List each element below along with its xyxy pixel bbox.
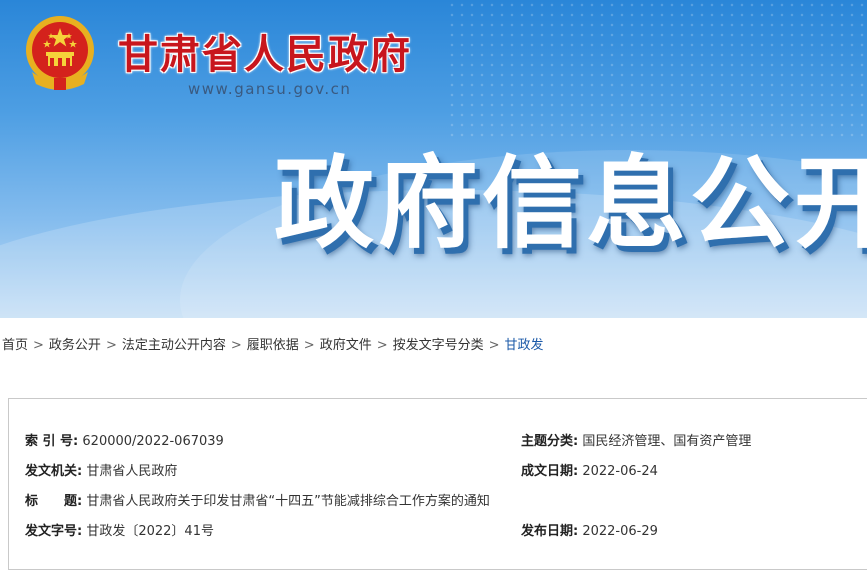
breadcrumb-separator: >: [376, 338, 388, 353]
title-row: 标 题: 甘肃省人民政府关于印发甘肃省“十四五”节能减排综合工作方案的通知: [25, 490, 490, 509]
site-url[interactable]: www.gansu.gov.cn: [188, 80, 351, 98]
title-value: 甘肃省人民政府关于印发甘肃省“十四五”节能减排综合工作方案的通知: [86, 494, 490, 509]
published-date-label: 发布日期:: [521, 524, 579, 539]
index-number-label: 索 引 号:: [25, 434, 79, 449]
banner-dot-pattern: [447, 0, 867, 140]
created-date-label: 成文日期:: [521, 464, 579, 479]
breadcrumb-by-docno-link[interactable]: 按发文字号分类: [393, 338, 484, 353]
created-date-value: 2022-06-24: [582, 464, 658, 479]
issuer-label: 发文机关:: [25, 464, 83, 479]
published-date-value: 2022-06-29: [582, 524, 658, 539]
title-label: 标 题:: [25, 494, 83, 509]
document-info-panel: 索 引 号: 620000/2022-067039 主题分类: 国民经济管理、国…: [8, 398, 867, 570]
index-number-row: 索 引 号: 620000/2022-067039: [25, 430, 224, 449]
breadcrumb-gov-affairs-link[interactable]: 政务公开: [49, 338, 101, 353]
breadcrumb-separator: >: [105, 338, 117, 353]
breadcrumb-current-link[interactable]: 甘政发: [505, 338, 544, 353]
breadcrumb-separator: >: [230, 338, 242, 353]
index-number-value: 620000/2022-067039: [82, 434, 224, 449]
breadcrumb-statutory-disclosure-link[interactable]: 法定主动公开内容: [122, 338, 226, 353]
banner-title: 政府信息公开: [274, 145, 867, 262]
topic-value: 国民经济管理、国有资产管理: [582, 434, 752, 449]
breadcrumb-separator: >: [303, 338, 315, 353]
breadcrumb-home-link[interactable]: 首页: [2, 338, 28, 353]
issuer-value: 甘肃省人民政府: [86, 464, 178, 479]
issuer-row: 发文机关: 甘肃省人民政府: [25, 460, 177, 479]
header-banner: 甘肃省人民政府 www.gansu.gov.cn 政府信息公开: [0, 0, 867, 318]
breadcrumb-gov-documents-link[interactable]: 政府文件: [320, 338, 372, 353]
published-date-row: 发布日期: 2022-06-29: [521, 520, 658, 539]
breadcrumb-duty-basis-link[interactable]: 履职依据: [247, 338, 299, 353]
breadcrumb-separator: >: [488, 338, 500, 353]
docno-row: 发文字号: 甘政发〔2022〕41号: [25, 520, 214, 539]
national-emblem-icon[interactable]: [22, 12, 98, 94]
breadcrumb-separator: >: [33, 338, 44, 353]
docno-value: 甘政发〔2022〕41号: [86, 524, 214, 539]
docno-label: 发文字号:: [25, 524, 83, 539]
created-date-row: 成文日期: 2022-06-24: [521, 460, 658, 479]
topic-label: 主题分类:: [521, 434, 579, 449]
breadcrumb: 首页 > 政务公开 > 法定主动公开内容 > 履职依据 > 政府文件 > 按发文字号分类 > 甘政发: [2, 334, 544, 353]
site-title[interactable]: 甘肃省人民政府: [118, 22, 412, 80]
topic-row: 主题分类: 国民经济管理、国有资产管理: [521, 430, 751, 449]
